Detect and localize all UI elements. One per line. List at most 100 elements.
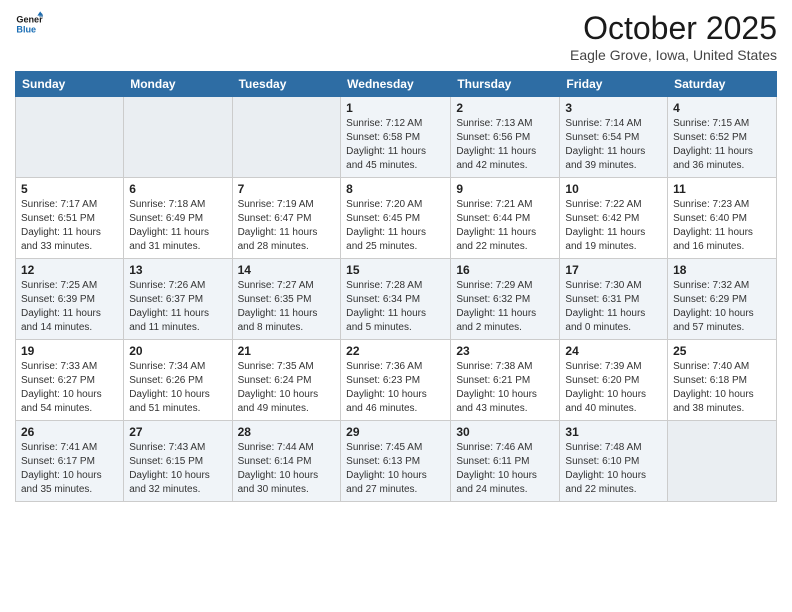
- day-info: Sunrise: 7:29 AM Sunset: 6:32 PM Dayligh…: [456, 279, 554, 335]
- main-title: October 2025: [570, 10, 777, 47]
- table-row: 31Sunrise: 7:48 AM Sunset: 6:10 PM Dayli…: [560, 421, 668, 502]
- table-row: 30 Sunrise: 7:46 AM Sunset: 6:11 PM Dayli…: [451, 421, 560, 502]
- calendar-week-row: 5 Sunrise: 7:17 AM Sunset: 6:51 PM Daylig…: [16, 178, 777, 259]
- day-number: 2: [456, 101, 554, 115]
- day-number: 14: [238, 263, 336, 277]
- calendar-week-row: 19 Sunrise: 7:33 AM Sunset: 6:27 PM Dayli…: [16, 340, 777, 421]
- calendar-week-row: 12Sunrise: 7:25 AM Sunset: 6:39 PM Dayli…: [16, 259, 777, 340]
- day-number: 5: [21, 182, 118, 196]
- day-number: 19: [21, 344, 118, 358]
- table-row: 17Sunrise: 7:30 AM Sunset: 6:31 PM Dayli…: [560, 259, 668, 340]
- day-number: 30: [456, 425, 554, 439]
- table-row: 24 Sunrise: 7:39 AM Sunset: 6:20 PM Dayli…: [560, 340, 668, 421]
- day-info: Sunrise: 7:39 AM Sunset: 6:20 PM Dayligh…: [565, 360, 662, 416]
- day-number: 11: [673, 182, 771, 196]
- day-number: 16: [456, 263, 554, 277]
- day-number: 4: [673, 101, 771, 115]
- table-row: 1 Sunrise: 7:12 AM Sunset: 6:58 PM Daylig…: [341, 97, 451, 178]
- table-row: 19 Sunrise: 7:33 AM Sunset: 6:27 PM Dayli…: [16, 340, 124, 421]
- table-row: [232, 97, 341, 178]
- table-row: 6 Sunrise: 7:18 AM Sunset: 6:49 PM Daylig…: [124, 178, 232, 259]
- day-info: Sunrise: 7:19 AM Sunset: 6:47 PM Dayligh…: [238, 198, 336, 254]
- col-saturday: Saturday: [668, 72, 777, 97]
- col-friday: Friday: [560, 72, 668, 97]
- day-number: 15: [346, 263, 445, 277]
- day-number: 6: [129, 182, 226, 196]
- day-info: Sunrise: 7:15 AM Sunset: 6:52 PM Dayligh…: [673, 117, 771, 173]
- day-number: 20: [129, 344, 226, 358]
- logo: General Blue: [15, 10, 43, 38]
- day-info: Sunrise: 7:38 AM Sunset: 6:21 PM Dayligh…: [456, 360, 554, 416]
- table-row: 12Sunrise: 7:25 AM Sunset: 6:39 PM Dayli…: [16, 259, 124, 340]
- table-row: 21Sunrise: 7:35 AM Sunset: 6:24 PM Dayli…: [232, 340, 341, 421]
- day-info: Sunrise: 7:36 AM Sunset: 6:23 PM Dayligh…: [346, 360, 445, 416]
- calendar-week-row: 1 Sunrise: 7:12 AM Sunset: 6:58 PM Daylig…: [16, 97, 777, 178]
- svg-text:General: General: [16, 15, 43, 25]
- day-info: Sunrise: 7:27 AM Sunset: 6:35 PM Dayligh…: [238, 279, 336, 335]
- day-info: Sunrise: 7:23 AM Sunset: 6:40 PM Dayligh…: [673, 198, 771, 254]
- day-number: 7: [238, 182, 336, 196]
- day-number: 3: [565, 101, 662, 115]
- day-info: Sunrise: 7:17 AM Sunset: 6:51 PM Dayligh…: [21, 198, 118, 254]
- table-row: 25 Sunrise: 7:40 AM Sunset: 6:18 PM Dayli…: [668, 340, 777, 421]
- table-row: 26 Sunrise: 7:41 AM Sunset: 6:17 PM Dayli…: [16, 421, 124, 502]
- day-info: Sunrise: 7:48 AM Sunset: 6:10 PM Dayligh…: [565, 441, 662, 497]
- day-info: Sunrise: 7:14 AM Sunset: 6:54 PM Dayligh…: [565, 117, 662, 173]
- subtitle: Eagle Grove, Iowa, United States: [570, 47, 777, 63]
- day-info: Sunrise: 7:46 AM Sunset: 6:11 PM Dayligh…: [456, 441, 554, 497]
- col-tuesday: Tuesday: [232, 72, 341, 97]
- table-row: 7 Sunrise: 7:19 AM Sunset: 6:47 PM Daylig…: [232, 178, 341, 259]
- logo-icon: General Blue: [15, 10, 43, 38]
- header: General Blue October 2025 Eagle Grove, I…: [15, 10, 777, 63]
- day-info: Sunrise: 7:32 AM Sunset: 6:29 PM Dayligh…: [673, 279, 771, 335]
- table-row: 22 Sunrise: 7:36 AM Sunset: 6:23 PM Dayli…: [341, 340, 451, 421]
- col-monday: Monday: [124, 72, 232, 97]
- day-number: 24: [565, 344, 662, 358]
- day-info: Sunrise: 7:34 AM Sunset: 6:26 PM Dayligh…: [129, 360, 226, 416]
- table-row: 5 Sunrise: 7:17 AM Sunset: 6:51 PM Daylig…: [16, 178, 124, 259]
- table-row: 18 Sunrise: 7:32 AM Sunset: 6:29 PM Dayli…: [668, 259, 777, 340]
- day-info: Sunrise: 7:33 AM Sunset: 6:27 PM Dayligh…: [21, 360, 118, 416]
- table-row: 10Sunrise: 7:22 AM Sunset: 6:42 PM Dayli…: [560, 178, 668, 259]
- col-wednesday: Wednesday: [341, 72, 451, 97]
- day-info: Sunrise: 7:30 AM Sunset: 6:31 PM Dayligh…: [565, 279, 662, 335]
- day-number: 26: [21, 425, 118, 439]
- table-row: 16 Sunrise: 7:29 AM Sunset: 6:32 PM Dayli…: [451, 259, 560, 340]
- table-row: [124, 97, 232, 178]
- day-number: 22: [346, 344, 445, 358]
- day-info: Sunrise: 7:35 AM Sunset: 6:24 PM Dayligh…: [238, 360, 336, 416]
- day-info: Sunrise: 7:40 AM Sunset: 6:18 PM Dayligh…: [673, 360, 771, 416]
- table-row: 23Sunrise: 7:38 AM Sunset: 6:21 PM Dayli…: [451, 340, 560, 421]
- day-number: 1: [346, 101, 445, 115]
- table-row: 29Sunrise: 7:45 AM Sunset: 6:13 PM Dayli…: [341, 421, 451, 502]
- table-row: 8Sunrise: 7:20 AM Sunset: 6:45 PM Daylig…: [341, 178, 451, 259]
- day-info: Sunrise: 7:28 AM Sunset: 6:34 PM Dayligh…: [346, 279, 445, 335]
- day-info: Sunrise: 7:12 AM Sunset: 6:58 PM Dayligh…: [346, 117, 445, 173]
- svg-text:Blue: Blue: [16, 24, 36, 34]
- day-number: 28: [238, 425, 336, 439]
- day-info: Sunrise: 7:44 AM Sunset: 6:14 PM Dayligh…: [238, 441, 336, 497]
- table-row: 9 Sunrise: 7:21 AM Sunset: 6:44 PM Daylig…: [451, 178, 560, 259]
- table-row: 14 Sunrise: 7:27 AM Sunset: 6:35 PM Dayli…: [232, 259, 341, 340]
- day-number: 13: [129, 263, 226, 277]
- table-row: 27Sunrise: 7:43 AM Sunset: 6:15 PM Dayli…: [124, 421, 232, 502]
- title-block: October 2025 Eagle Grove, Iowa, United S…: [570, 10, 777, 63]
- calendar-week-row: 26 Sunrise: 7:41 AM Sunset: 6:17 PM Dayli…: [16, 421, 777, 502]
- day-number: 18: [673, 263, 771, 277]
- day-number: 9: [456, 182, 554, 196]
- col-thursday: Thursday: [451, 72, 560, 97]
- day-info: Sunrise: 7:21 AM Sunset: 6:44 PM Dayligh…: [456, 198, 554, 254]
- table-row: 11 Sunrise: 7:23 AM Sunset: 6:40 PM Dayli…: [668, 178, 777, 259]
- day-number: 12: [21, 263, 118, 277]
- calendar: Sunday Monday Tuesday Wednesday Thursday…: [15, 71, 777, 502]
- day-number: 25: [673, 344, 771, 358]
- table-row: 28 Sunrise: 7:44 AM Sunset: 6:14 PM Dayli…: [232, 421, 341, 502]
- page: General Blue October 2025 Eagle Grove, I…: [0, 0, 792, 612]
- day-info: Sunrise: 7:18 AM Sunset: 6:49 PM Dayligh…: [129, 198, 226, 254]
- table-row: 15 Sunrise: 7:28 AM Sunset: 6:34 PM Dayli…: [341, 259, 451, 340]
- table-row: 20 Sunrise: 7:34 AM Sunset: 6:26 PM Dayli…: [124, 340, 232, 421]
- col-sunday: Sunday: [16, 72, 124, 97]
- day-number: 10: [565, 182, 662, 196]
- day-info: Sunrise: 7:41 AM Sunset: 6:17 PM Dayligh…: [21, 441, 118, 497]
- table-row: [16, 97, 124, 178]
